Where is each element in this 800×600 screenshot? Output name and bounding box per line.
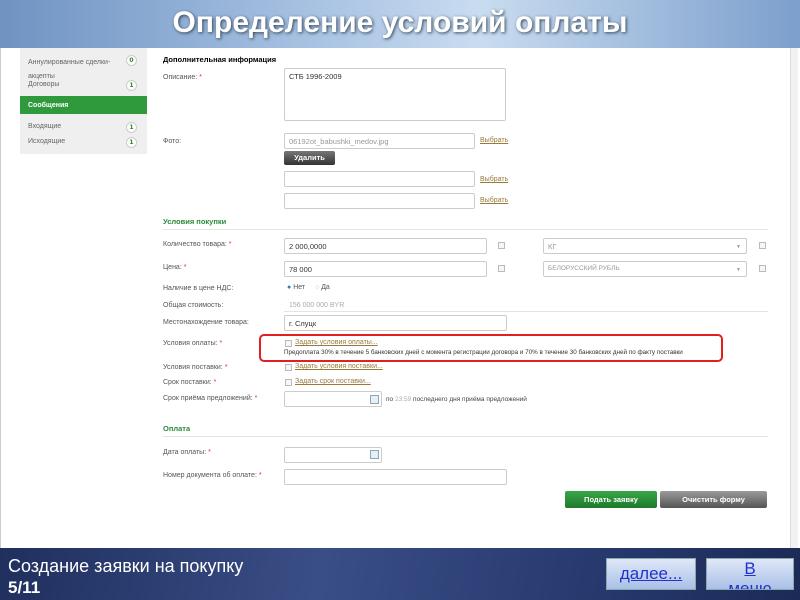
choose-photo-link[interactable]: Выбрать bbox=[480, 137, 508, 144]
price-label: Цена: * bbox=[163, 264, 187, 271]
offers-deadline-label: Срок приёма предложений: * bbox=[163, 395, 258, 402]
sidebar: Аннулированные сделки-акцепты 0 Договоры… bbox=[20, 48, 147, 154]
set-delivery-terms-link[interactable]: Задать условия поставки... bbox=[295, 363, 383, 370]
vat-label: Наличие в цене НДС: bbox=[163, 285, 234, 292]
photo-file-input[interactable]: 06192ot_babushki_medov.jpg bbox=[284, 133, 475, 149]
calendar-icon[interactable] bbox=[370, 450, 379, 459]
payment-date-input[interactable] bbox=[284, 447, 382, 463]
qty-label: Количество товара: * bbox=[163, 241, 232, 248]
currency-checkbox[interactable] bbox=[759, 265, 766, 272]
desc-label: Описание: * bbox=[163, 74, 202, 81]
sidebar-item-contracts[interactable]: Договоры bbox=[28, 81, 59, 88]
set-delivery-date-link[interactable]: Задать срок поставки... bbox=[295, 378, 371, 385]
payment-doc-input[interactable] bbox=[284, 469, 507, 485]
scrollbar[interactable] bbox=[790, 48, 798, 548]
submit-request-button[interactable]: Подать заявку bbox=[565, 491, 657, 508]
slide-counter: 5/11 bbox=[8, 578, 41, 597]
clear-form-button[interactable]: Очистить форму bbox=[660, 491, 767, 508]
photo-label: Фото: bbox=[163, 138, 182, 145]
section-payment: Оплата bbox=[163, 424, 191, 433]
vat-radio-no[interactable]: ● Нет bbox=[287, 284, 305, 291]
payment-date-label: Дата оплаты: * bbox=[163, 449, 211, 456]
menu-button[interactable]: В меню bbox=[706, 558, 794, 590]
divider bbox=[163, 229, 768, 230]
description-textarea[interactable]: СТБ 1996-2009 bbox=[284, 68, 506, 121]
payment-terms-text: Предоплата 30% в течение 5 банковских дн… bbox=[284, 349, 683, 356]
unit-value: КГ bbox=[548, 242, 557, 251]
section-extra-info: Дополнительная информация bbox=[163, 55, 277, 64]
total-label: Общая стоимость: bbox=[163, 302, 224, 309]
set-payment-terms-link[interactable]: Задать условия оплаты... bbox=[295, 339, 378, 346]
section-purchase: Условия покупки bbox=[163, 217, 227, 226]
payment-terms-checkbox[interactable] bbox=[285, 340, 292, 347]
total-value: 156 000 000 BYR bbox=[289, 302, 345, 309]
vat-radio-yes[interactable]: ○ Да bbox=[315, 284, 330, 291]
delivery-date-label: Срок поставки: * bbox=[163, 379, 217, 386]
choose-photo-link-2[interactable]: Выбрать bbox=[480, 176, 508, 183]
location-input[interactable]: г. Слуцк bbox=[284, 315, 507, 331]
sidebar-section-messages[interactable]: Сообщения bbox=[20, 96, 147, 114]
currency-select[interactable]: БЕЛОРУССКИЙ РУБЛЬ ▼ bbox=[543, 261, 747, 277]
choose-photo-link-3[interactable]: Выбрать bbox=[480, 197, 508, 204]
offers-deadline-note: по 23:59 последнего дня приёма предложен… bbox=[386, 396, 527, 403]
divider bbox=[284, 311, 768, 312]
qty-input[interactable]: 2 000,0000 bbox=[284, 238, 487, 254]
unit-checkbox[interactable] bbox=[759, 242, 766, 249]
photo-file-input-3[interactable] bbox=[284, 193, 475, 209]
count-badge: 1 bbox=[126, 122, 137, 133]
price-input[interactable]: 78 000 bbox=[284, 261, 487, 277]
sidebar-item-cancelled[interactable]: Аннулированные сделки-акцепты bbox=[28, 56, 123, 84]
offers-deadline-input[interactable] bbox=[284, 391, 382, 407]
delivery-terms-checkbox[interactable] bbox=[285, 364, 292, 371]
count-badge: 0 bbox=[126, 55, 137, 66]
delivery-date-checkbox[interactable] bbox=[285, 379, 292, 386]
calendar-icon[interactable] bbox=[370, 395, 379, 404]
sidebar-item-outbox[interactable]: Исходящие bbox=[28, 138, 65, 145]
count-badge: 1 bbox=[126, 80, 137, 91]
delivery-terms-label: Условия поставки: * bbox=[163, 364, 228, 371]
price-checkbox[interactable] bbox=[498, 265, 505, 272]
payment-terms-label: Условия оплаты: * bbox=[163, 340, 223, 347]
slide-header: Определение условий оплаты bbox=[0, 0, 800, 48]
divider bbox=[163, 436, 768, 437]
chevron-down-icon: ▼ bbox=[736, 267, 741, 273]
sidebar-item-inbox[interactable]: Входящие bbox=[28, 123, 61, 130]
unit-select[interactable]: КГ ▼ bbox=[543, 238, 747, 254]
photo-file-input-2[interactable] bbox=[284, 171, 475, 187]
footer-caption: Создание заявки на покупку bbox=[8, 556, 244, 576]
chevron-down-icon: ▼ bbox=[736, 244, 741, 250]
currency-value: БЕЛОРУССКИЙ РУБЛЬ bbox=[548, 265, 620, 272]
delete-photo-button[interactable]: Удалить bbox=[284, 151, 335, 165]
next-button[interactable]: далее... bbox=[606, 558, 696, 590]
location-label: Местонахождение товара: bbox=[163, 319, 249, 326]
slide-title: Определение условий оплаты bbox=[172, 6, 628, 39]
count-badge: 1 bbox=[126, 137, 137, 148]
qty-checkbox[interactable] bbox=[498, 242, 505, 249]
payment-doc-label: Номер документа об оплате: * bbox=[163, 472, 262, 479]
